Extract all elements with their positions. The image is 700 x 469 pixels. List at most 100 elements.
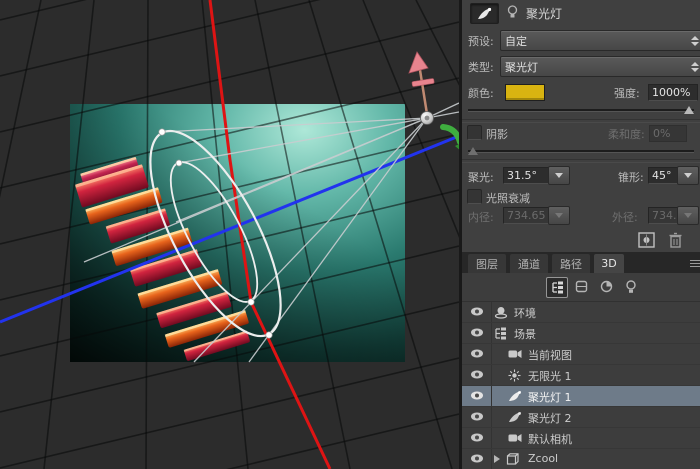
scene-item-default-camera[interactable]: 默认相机 [462,428,700,449]
eye-icon[interactable] [470,348,484,359]
softness-slider [468,147,694,155]
panel-title: 聚光灯 [526,7,563,21]
intensity-label: 强度: [614,87,640,100]
tab-channels[interactable]: 通道 [510,254,548,273]
widget-shaft [418,69,429,115]
spot-light-icon [508,390,522,402]
column-divider [491,344,492,364]
infinite-light-icon [508,369,521,382]
scene-filter-icon[interactable] [546,277,568,298]
column-divider [491,365,492,385]
column-divider [491,386,492,406]
type-label: 类型: [468,61,494,74]
spotlight-widget[interactable] [408,51,459,152]
3d-viewport[interactable] [0,0,459,469]
scene-icon [494,327,507,340]
eye-icon[interactable] [470,327,484,338]
scene-item-infinite-light-1[interactable]: 无限光 1 [462,365,700,386]
scene-item-label: 聚光灯 1 [528,391,572,404]
chevron-updown-icon [691,35,699,46]
sphere-core [424,115,430,121]
scene-item-label: 无限光 1 [528,370,572,383]
tab-3d[interactable]: 3D [594,254,624,273]
separator [462,159,700,163]
spot-light-icon [508,411,522,423]
move-light-to-view-icon [638,232,655,248]
cone-spinner-button[interactable] [677,166,699,185]
environment-icon [494,306,508,319]
separator [462,119,700,123]
eye-icon[interactable] [470,306,484,317]
hotspot-spinner-button[interactable] [548,166,570,185]
light-color-swatch[interactable] [505,84,545,101]
camera-icon [508,348,522,360]
photoshop-3d-workspace: 聚光灯 预设: 自定 类型: 聚光灯 颜色: 强度: 1000% 阴影 柔和度:… [0,0,700,469]
scene-item-label: 聚光灯 2 [528,412,572,425]
hotspot-field[interactable]: 31.5° [503,167,551,184]
properties-panel: 聚光灯 预设: 自定 类型: 聚光灯 颜色: 强度: 1000% 阴影 柔和度:… [462,0,700,469]
eye-icon[interactable] [470,369,484,380]
mesh-icon [506,453,519,466]
tab-paths[interactable]: 路径 [552,254,590,273]
move-light-to-view-button[interactable] [638,232,655,248]
preset-select[interactable]: 自定 [500,30,700,51]
viewport-scene [0,0,459,469]
scene-item-label: 当前视图 [528,349,572,362]
light-bulb-icon [506,5,519,19]
eye-icon[interactable] [470,453,484,464]
softness-field: 0% [649,125,687,142]
eye-icon[interactable] [470,411,484,422]
intensity-slider[interactable] [468,106,694,114]
3d-filter-bar [462,273,700,302]
meshes-filter-icon[interactable] [571,277,591,296]
panel-tab-bar: 图层 通道 路径 3D [462,252,700,273]
scene-item-spot-light-2[interactable]: 聚光灯 2 [462,407,700,428]
eye-icon[interactable] [470,432,484,443]
spot-light-tool-button[interactable] [470,3,499,24]
softness-slider-thumb [468,147,478,155]
scene-item-scene[interactable]: 场景 [462,323,700,344]
inner-radius-field: 734.65 [503,207,551,224]
scene-item-environment[interactable]: 环境 [462,302,700,323]
3d-scene-panel: 环境 场景 当前视图 无限光 1 聚光灯 1 聚光灯 2 默认相机 Zcool [462,273,700,469]
camera-icon [508,432,522,444]
scene-item-zcool[interactable]: Zcool [462,449,700,469]
column-divider [491,323,492,343]
intensity-field[interactable]: 1000% [648,84,698,101]
3d-scene-list: 环境 场景 当前视图 无限光 1 聚光灯 1 聚光灯 2 默认相机 Zcool [462,302,700,469]
scene-item-label: 场景 [514,328,536,341]
shadow-label: 阴影 [486,128,508,141]
lights-filter-icon[interactable] [621,277,641,296]
shadow-checkbox[interactable] [467,125,482,140]
falloff-checkbox[interactable] [467,189,482,204]
tab-layers[interactable]: 图层 [468,254,506,273]
color-label: 颜色: [468,87,494,100]
rotate-arrow-icon[interactable] [408,51,429,74]
preset-value: 自定 [505,34,527,48]
delete-button[interactable] [668,232,683,248]
trash-icon [669,232,682,248]
column-divider [491,302,492,322]
spot-light-tool-icon [478,7,492,19]
scene-item-label: 环境 [514,307,536,320]
column-divider [491,449,492,469]
scene-item-label: 默认相机 [528,433,572,446]
scene-item-current-view[interactable]: 当前视图 [462,344,700,365]
scene-item-label: Zcool [528,452,559,465]
softness-label: 柔和度: [608,128,645,141]
outer-radius-label: 外径: [612,211,638,224]
type-select[interactable]: 聚光灯 [500,56,700,77]
column-divider [491,407,492,427]
expand-arrow-icon[interactable] [494,455,500,463]
column-divider [491,428,492,448]
cone-label: 锥形: [618,171,644,184]
outer-radius-spinner-button [677,206,699,225]
eye-icon[interactable] [470,390,484,401]
scene-item-spot-light-1[interactable]: 聚光灯 1 [462,386,700,407]
properties-footer [462,228,700,252]
panel-menu-icon[interactable] [690,258,700,269]
intensity-slider-thumb[interactable] [684,106,694,114]
falloff-label: 光照衰减 [486,192,530,205]
inner-radius-label: 内径: [468,211,494,224]
materials-filter-icon[interactable] [596,277,616,296]
